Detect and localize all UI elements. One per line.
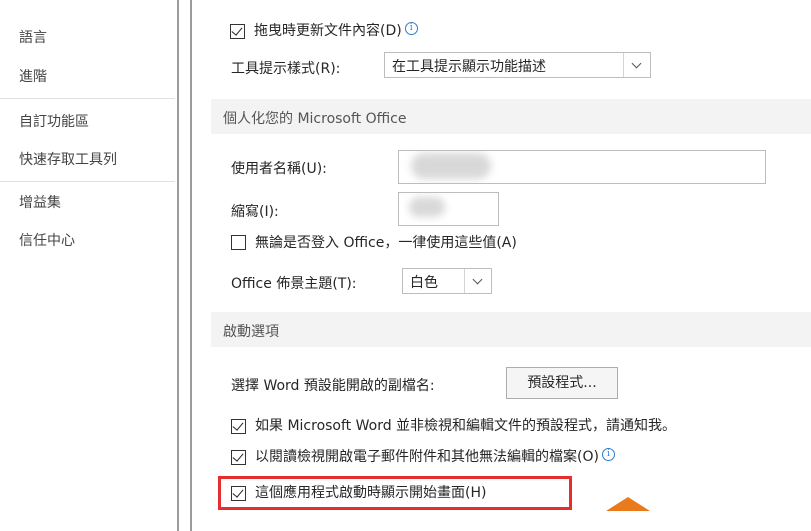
section-header-startup: 啟動選項 <box>211 312 811 347</box>
notify-checkbox[interactable] <box>231 419 246 434</box>
section-title: 個人化您的 Microsoft Office <box>223 111 407 127</box>
watermark-logo <box>606 497 650 511</box>
chevron-down-icon[interactable] <box>623 53 650 77</box>
sidebar-divider <box>0 98 175 99</box>
redacted-value <box>409 197 445 217</box>
notify-label: 如果 Microsoft Word 並非檢視和編輯文件的預設程式，請通知我。 <box>255 418 677 434</box>
highlight-box <box>218 476 572 510</box>
sidebar-item-language[interactable]: 語言 <box>19 27 47 47</box>
sidebar-item-customize-ribbon[interactable]: 自訂功能區 <box>19 111 89 131</box>
always-use-checkbox[interactable] <box>231 235 246 250</box>
chevron-down-icon[interactable] <box>464 269 491 293</box>
drag-update-checkbox[interactable] <box>230 24 245 39</box>
sidebar-divider <box>0 181 175 182</box>
username-field[interactable] <box>398 150 766 184</box>
sidebar-item-trust-center[interactable]: 信任中心 <box>19 230 75 250</box>
sidebar-item-add-ins[interactable]: 增益集 <box>19 192 61 212</box>
theme-dropdown[interactable]: 白色 <box>402 268 492 294</box>
reading-view-checkbox[interactable] <box>231 450 246 465</box>
reading-view-label: 以閱讀檢視開啟電子郵件附件和其他無法編輯的檔案(O) <box>255 449 599 465</box>
drag-update-row: 拖曳時更新文件內容(D) i <box>254 20 418 40</box>
tooltip-style-dropdown[interactable]: 在工具提示顯示功能描述 <box>384 52 651 78</box>
sidebar-item-advanced[interactable]: 進階 <box>19 66 47 86</box>
default-ext-label: 選擇 Word 預設能開啟的副檔名: <box>231 378 435 394</box>
theme-label: Office 佈景主題(T): <box>231 276 357 292</box>
always-use-label: 無論是否登入 Office，一律使用這些值(A) <box>255 235 517 251</box>
initials-field[interactable] <box>398 192 499 226</box>
redacted-value <box>411 153 491 179</box>
section-title: 啟動選項 <box>223 324 279 340</box>
sidebar-item-quick-access-toolbar[interactable]: 快速存取工具列 <box>19 149 117 169</box>
section-header-personalize: 個人化您的 Microsoft Office <box>211 99 811 134</box>
username-label: 使用者名稱(U): <box>231 161 327 177</box>
sidebar-separator <box>177 0 179 531</box>
tooltip-style-label: 工具提示樣式(R): <box>231 61 341 77</box>
reading-view-row: 以閱讀檢視開啟電子郵件附件和其他無法編輯的檔案(O) i <box>255 446 615 466</box>
drag-update-label: 拖曳時更新文件內容(D) <box>254 23 402 39</box>
theme-value: 白色 <box>410 275 438 291</box>
info-icon[interactable]: i <box>404 22 418 35</box>
default-programs-button[interactable]: 預設程式... <box>506 367 618 399</box>
info-icon[interactable]: i <box>601 448 615 461</box>
initials-label: 縮寫(I): <box>231 204 279 220</box>
options-sidebar: 語言 進階 自訂功能區 快速存取工具列 增益集 信任中心 <box>0 0 177 531</box>
tooltip-style-value: 在工具提示顯示功能描述 <box>392 59 546 75</box>
scroll-separator <box>190 0 192 531</box>
